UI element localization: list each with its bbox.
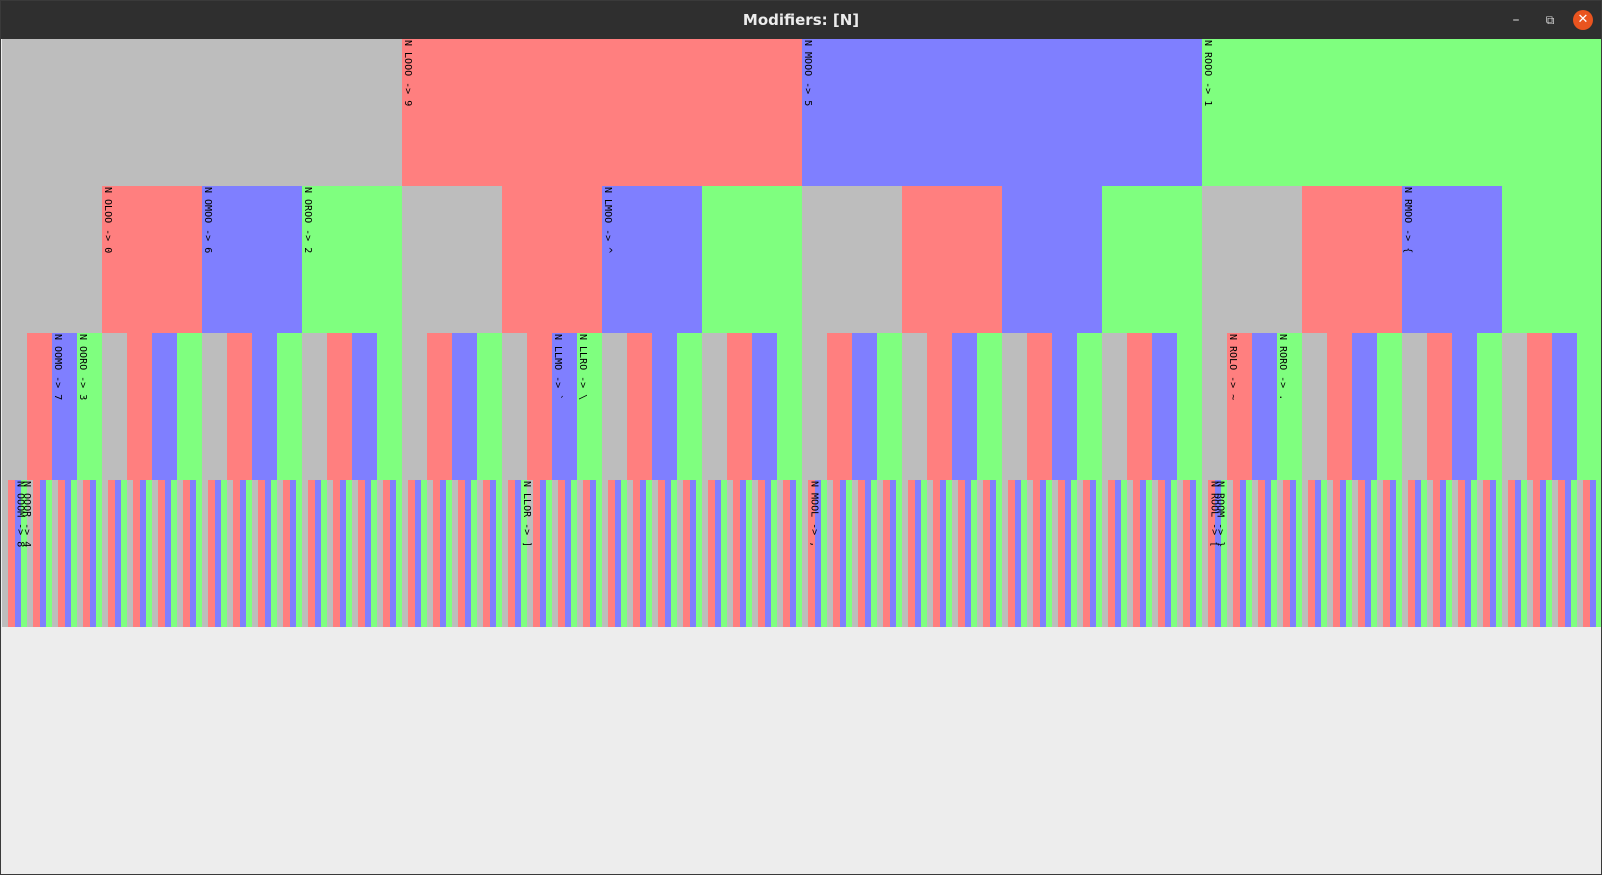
modifier-label: N ROLO -> ~ — [1227, 334, 1238, 401]
modifier-label: N LLMO -> ` — [552, 334, 563, 401]
modifier-label: N RORO -> . — [1277, 334, 1288, 401]
modifier-label: N LLRO -> \ — [577, 334, 588, 401]
tree-cell[interactable] — [1595, 480, 1601, 627]
modifier-label: N MOOO -> 5 — [802, 40, 813, 107]
window-title: Modifiers: [N] — [742, 11, 860, 29]
close-icon[interactable]: ✕ — [1573, 10, 1593, 30]
modifier-label: N LLOR -> ] — [520, 481, 532, 548]
modifier-label: N MOOL -> , — [808, 481, 820, 548]
restore-icon[interactable]: ⧉ — [1539, 9, 1561, 31]
app-window: Modifiers: [N] – ⧉ ✕ N LOOO -> 9 N MOOO -… — [0, 0, 1602, 875]
modifier-label: N LOOO -> 9 — [402, 40, 413, 107]
modifier-label: N OORO -> 3 — [77, 334, 88, 401]
modifier-label: N OOMO -> 7 — [52, 334, 63, 401]
modifier-label: N RMOO -> { — [1402, 187, 1413, 254]
title-bar[interactable]: Modifiers: [N] – ⧉ ✕ — [1, 1, 1601, 39]
modifier-tree-canvas[interactable]: N LOOO -> 9 N MOOO -> 5 N ROOO -> 1 N OLOO … — [2, 39, 1601, 639]
modifier-label: N OROO -> 2 — [302, 187, 313, 254]
modifier-label: N ROOM -> } — [1214, 481, 1226, 548]
modifier-label: N ROOO -> 1 — [1202, 40, 1213, 107]
modifier-label: N OLOO -> 0 — [102, 187, 113, 254]
modifier-label: N OOOR -> 4 — [20, 481, 32, 548]
minimize-icon[interactable]: – — [1505, 9, 1527, 31]
modifier-label: N LMOO -> ^ — [602, 187, 613, 254]
modifier-label: N OMOO -> 6 — [202, 187, 213, 254]
